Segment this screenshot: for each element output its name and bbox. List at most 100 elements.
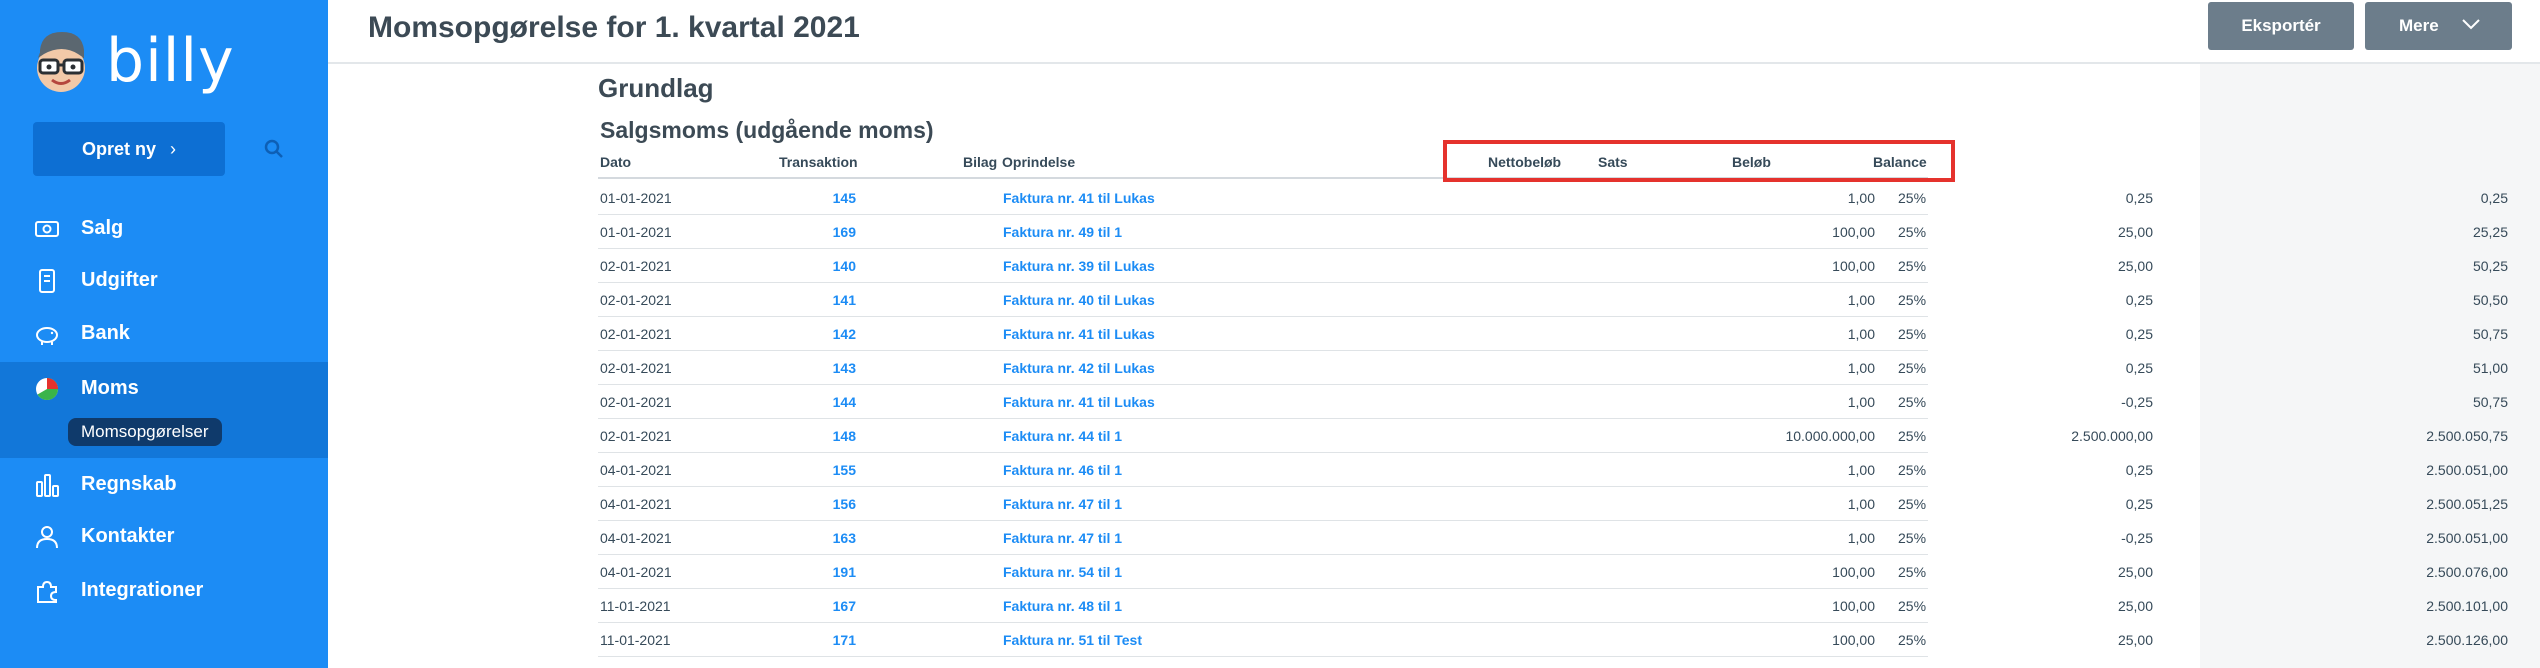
cell-transaction-link[interactable]: 142 bbox=[736, 326, 856, 342]
cell-amount: 0,25 bbox=[2125, 360, 2153, 376]
sidebar-item-integrationer[interactable]: Integrationer bbox=[0, 564, 328, 616]
sidebar-item-udgifter[interactable]: Udgifter bbox=[0, 254, 328, 306]
cell-net-amount: 1,00 bbox=[1847, 496, 1875, 512]
cell-balance: 2.500.051,00 bbox=[2426, 530, 2508, 546]
sidebar-item-label: Moms bbox=[81, 376, 139, 399]
cell-rate: 25% bbox=[1898, 462, 1927, 478]
top-bar: Momsopgørelse for 1. kvartal 2021 Ekspor… bbox=[328, 0, 2540, 64]
cell-transaction-link[interactable]: 148 bbox=[736, 428, 856, 444]
cell-date: 04-01-2021 bbox=[600, 462, 672, 478]
sidebar-item-salg[interactable]: Salg bbox=[0, 202, 328, 254]
cell-rate: 25% bbox=[1898, 360, 1927, 376]
cell-origin-link[interactable]: Faktura nr. 42 til Lukas bbox=[1003, 360, 1155, 376]
sidebar-item-kontakter[interactable]: Kontakter bbox=[0, 510, 328, 562]
cell-transaction-link[interactable]: 171 bbox=[736, 632, 856, 648]
cell-amount: 0,25 bbox=[2125, 190, 2153, 206]
cell-rate: 25% bbox=[1898, 326, 1927, 342]
cell-net-amount: 1,00 bbox=[1847, 190, 1875, 206]
cell-balance: 2.500.126,00 bbox=[2426, 632, 2508, 648]
create-new-button[interactable]: Opret ny › bbox=[33, 122, 225, 176]
cell-net-amount: 1,00 bbox=[1847, 326, 1875, 342]
cell-net-amount: 1,00 bbox=[1847, 530, 1875, 546]
cell-origin-link[interactable]: Faktura nr. 48 til 1 bbox=[1003, 598, 1122, 614]
cell-transaction-link[interactable]: 191 bbox=[736, 564, 856, 580]
sidebar-item-label: Bank bbox=[81, 321, 130, 344]
more-button-label: Mere bbox=[2399, 16, 2439, 35]
cell-balance: 0,25 bbox=[2480, 190, 2508, 206]
export-button[interactable]: Eksportér bbox=[2208, 2, 2354, 50]
column-header-transaction: Transaktion bbox=[779, 154, 858, 170]
cell-origin-link[interactable]: Faktura nr. 39 til Lukas bbox=[1003, 258, 1155, 274]
cell-origin-link[interactable]: Faktura nr. 41 til Lukas bbox=[1003, 190, 1155, 206]
subsection-title: Salgsmoms (udgående moms) bbox=[600, 117, 934, 143]
cell-origin-link[interactable]: Faktura nr. 41 til Lukas bbox=[1003, 394, 1155, 410]
logo[interactable]: billy bbox=[32, 28, 235, 94]
cell-date: 01-01-2021 bbox=[600, 224, 672, 240]
cell-balance: 2.500.051,25 bbox=[2426, 496, 2508, 512]
sidebar-item-moms[interactable]: Moms bbox=[0, 362, 328, 414]
sidebar: billy Opret ny › Salg Udgifter Bank Moms… bbox=[0, 0, 328, 668]
annotation-highlight-box bbox=[1443, 140, 1955, 182]
sidebar-item-regnskab[interactable]: Regnskab bbox=[0, 458, 328, 510]
cell-amount: -0,25 bbox=[2121, 530, 2153, 546]
cell-rate: 25% bbox=[1898, 224, 1927, 240]
more-button[interactable]: Mere bbox=[2365, 2, 2512, 50]
cell-date: 04-01-2021 bbox=[600, 564, 672, 580]
cell-transaction-link[interactable]: 140 bbox=[736, 258, 856, 274]
cell-balance: 2.500.076,00 bbox=[2426, 564, 2508, 580]
cell-net-amount: 1,00 bbox=[1847, 360, 1875, 376]
cell-origin-link[interactable]: Faktura nr. 44 til 1 bbox=[1003, 428, 1122, 444]
cell-origin-link[interactable]: Faktura nr. 47 til 1 bbox=[1003, 496, 1122, 512]
table-row: 02-01-2021 141 Faktura nr. 40 til Lukas 1,0… bbox=[598, 283, 2508, 317]
cell-amount: 25,00 bbox=[2117, 632, 2153, 648]
cell-balance: 50,75 bbox=[2472, 326, 2508, 342]
create-new-label: Opret ny bbox=[81, 138, 156, 159]
table-row: 11-01-2021 171 Faktura nr. 51 til Test 100,… bbox=[598, 623, 2508, 657]
table-row: 02-01-2021 142 Faktura nr. 41 til Lukas 1,0… bbox=[598, 317, 2508, 351]
cell-date: 11-01-2021 bbox=[600, 632, 671, 648]
cell-transaction-link[interactable]: 169 bbox=[736, 224, 856, 240]
cell-date: 02-01-2021 bbox=[600, 394, 672, 410]
cell-transaction-link[interactable]: 167 bbox=[736, 598, 856, 614]
cell-transaction-link[interactable]: 141 bbox=[736, 292, 856, 308]
cell-amount: 25,00 bbox=[2117, 258, 2153, 274]
search-icon[interactable] bbox=[262, 137, 286, 161]
cell-transaction-link[interactable]: 145 bbox=[736, 190, 856, 206]
cell-amount: -0,25 bbox=[2121, 394, 2153, 410]
cell-date: 02-01-2021 bbox=[600, 428, 672, 444]
cell-amount: 25,00 bbox=[2117, 598, 2153, 614]
bar-chart-icon bbox=[36, 474, 59, 497]
person-icon bbox=[36, 526, 58, 549]
cell-rate: 25% bbox=[1898, 190, 1927, 206]
cell-date: 02-01-2021 bbox=[600, 258, 672, 274]
cell-origin-link[interactable]: Faktura nr. 46 til 1 bbox=[1003, 462, 1122, 478]
sidebar-item-label: Salg bbox=[81, 216, 124, 239]
cell-transaction-link[interactable]: 143 bbox=[736, 360, 856, 376]
cell-rate: 25% bbox=[1898, 632, 1927, 648]
cell-origin-link[interactable]: Faktura nr. 54 til 1 bbox=[1003, 564, 1122, 580]
cell-balance: 2.500.051,00 bbox=[2426, 462, 2508, 478]
sidebar-item-bank[interactable]: Bank bbox=[0, 307, 328, 359]
billy-face-icon bbox=[37, 32, 85, 92]
cell-origin-link[interactable]: Faktura nr. 41 til Lukas bbox=[1003, 326, 1155, 342]
cell-balance: 50,50 bbox=[2472, 292, 2508, 308]
table-row: 04-01-2021 155 Faktura nr. 46 til 1 1,00 25%… bbox=[598, 453, 2508, 487]
table-row: 04-01-2021 156 Faktura nr. 47 til 1 1,00 25%… bbox=[598, 487, 2508, 521]
sidebar-item-label: Kontakter bbox=[81, 524, 175, 547]
cell-amount: 2.500.000,00 bbox=[2071, 428, 2153, 444]
cell-transaction-link[interactable]: 156 bbox=[736, 496, 856, 512]
sidebar-subitem-momsopgorelser[interactable]: Momsopgørelser bbox=[68, 418, 222, 446]
cell-net-amount: 100,00 bbox=[1832, 224, 1875, 240]
table-row: 02-01-2021 140 Faktura nr. 39 til Lukas 100… bbox=[598, 249, 2508, 283]
cell-date: 02-01-2021 bbox=[600, 360, 672, 376]
chevron-down-icon bbox=[2462, 19, 2480, 30]
cell-origin-link[interactable]: Faktura nr. 40 til Lukas bbox=[1003, 292, 1155, 308]
cell-origin-link[interactable]: Faktura nr. 47 til 1 bbox=[1003, 530, 1122, 546]
cell-transaction-link[interactable]: 144 bbox=[736, 394, 856, 410]
table-row: 01-01-2021 145 Faktura nr. 41 til Lukas 1,0… bbox=[598, 181, 2508, 215]
cell-origin-link[interactable]: Faktura nr. 51 til Test bbox=[1003, 632, 1142, 648]
cell-transaction-link[interactable]: 155 bbox=[736, 462, 856, 478]
cell-origin-link[interactable]: Faktura nr. 49 til 1 bbox=[1003, 224, 1122, 240]
cell-date: 04-01-2021 bbox=[600, 530, 672, 546]
cell-transaction-link[interactable]: 163 bbox=[736, 530, 856, 546]
